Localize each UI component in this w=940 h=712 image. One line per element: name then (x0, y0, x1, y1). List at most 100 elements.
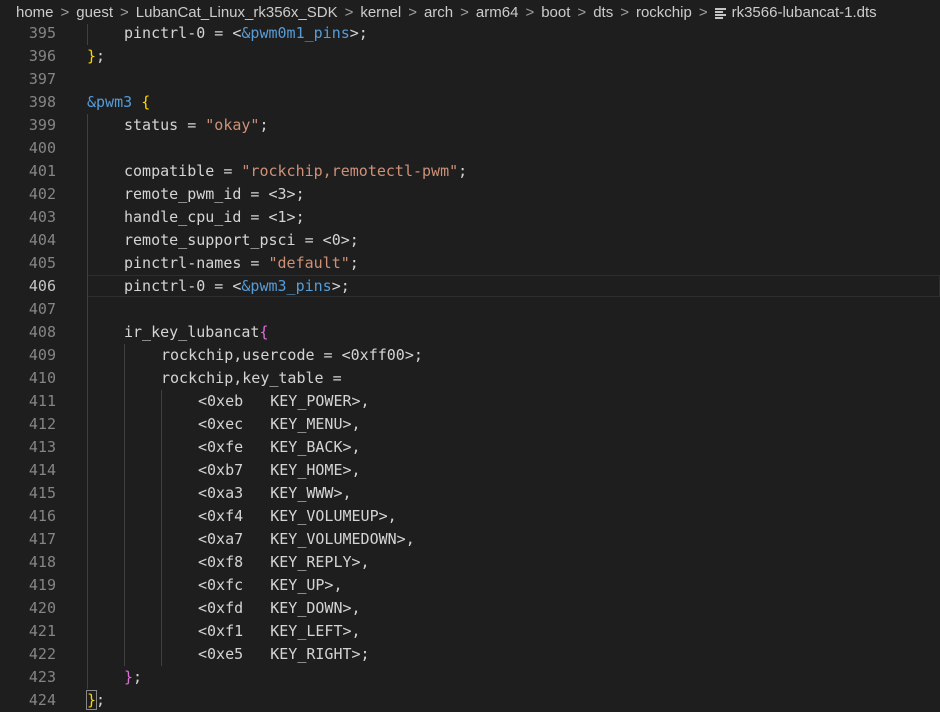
breadcrumb-item-arch[interactable]: arch (424, 4, 453, 21)
indent-guide (87, 482, 88, 505)
code-line[interactable]: 397 (0, 68, 940, 91)
indent-guide (124, 505, 125, 528)
indent-guide (124, 574, 125, 597)
line-number: 401 (28, 162, 56, 180)
node-reference: &pwm0m1_pins (241, 24, 350, 42)
breadcrumb-item-dts[interactable]: dts (593, 4, 613, 21)
code-line[interactable]: 421 <0xf1 KEY_LEFT>, (0, 620, 940, 643)
line-number: 403 (28, 208, 56, 226)
code-text: pinctrl-names = "default"; (124, 252, 359, 275)
code-text: remote_pwm_id = <3>; (124, 183, 305, 206)
code-editor[interactable]: 395 pinctrl-0 = <&pwm0m1_pins>; 396}; 397 39… (0, 24, 940, 712)
indent-guide (124, 643, 125, 666)
breadcrumb-item-rockchip[interactable]: rockchip (636, 4, 692, 21)
brace: { (141, 93, 151, 111)
indent-guide (124, 390, 125, 413)
code-line[interactable]: 423}; (0, 666, 940, 689)
code-line[interactable]: 402 remote_pwm_id = <3>; (0, 183, 940, 206)
node-reference: &pwm3_pins (241, 277, 332, 295)
indent-guide (87, 183, 88, 206)
string-literal: "rockchip,remotectl-pwm" (241, 162, 459, 180)
indent-guide (87, 114, 88, 137)
code-text: <0xa3 KEY_WWW>, (198, 482, 352, 505)
line-number: 422 (28, 645, 56, 663)
code-line[interactable]: 396}; (0, 45, 940, 68)
indent-guide (124, 482, 125, 505)
code-line[interactable]: 403 handle_cpu_id = <1>; (0, 206, 940, 229)
code-line[interactable]: 400 (0, 137, 940, 160)
indent-guide (87, 551, 88, 574)
indent-guide (87, 574, 88, 597)
code-token: <0xa7 KEY_VOLUMEDOWN>, (198, 530, 415, 548)
indent-guide (87, 459, 88, 482)
code-token: remote_pwm_id = <3>; (124, 185, 305, 203)
code-line[interactable]: 407 (0, 298, 940, 321)
code-line[interactable]: 422 <0xe5 KEY_RIGHT>; (0, 643, 940, 666)
code-token: pinctrl-0 = < (124, 24, 242, 42)
breadcrumb-item-boot[interactable]: boot (541, 4, 570, 21)
code-line[interactable]: 405 pinctrl-names = "default"; (0, 252, 940, 275)
code-token: rockchip,usercode = <0xff00>; (161, 346, 423, 364)
indent-guide (87, 390, 88, 413)
code-text: <0xeb KEY_POWER>, (198, 390, 370, 413)
line-number: 396 (28, 47, 56, 65)
code-text: compatible = "rockchip,remotectl-pwm"; (124, 160, 467, 183)
breadcrumb-item-lubancat_linux_rk356x_sdk[interactable]: LubanCat_Linux_rk356x_SDK (136, 4, 338, 21)
code-line[interactable]: 409 rockchip,usercode = <0xff00>; (0, 344, 940, 367)
breadcrumb-item-kernel[interactable]: kernel (360, 4, 401, 21)
code-token: <0xa3 KEY_WWW>, (198, 484, 352, 502)
code-line[interactable]: 410 rockchip,key_table = (0, 367, 940, 390)
line-number: 410 (28, 369, 56, 387)
indent-guide (124, 413, 125, 436)
code-line[interactable]: 416 <0xf4 KEY_VOLUMEUP>, (0, 505, 940, 528)
line-number: 412 (28, 415, 56, 433)
code-line[interactable]: 414 <0xb7 KEY_HOME>, (0, 459, 940, 482)
code-line[interactable]: 412 <0xec KEY_MENU>, (0, 413, 940, 436)
code-line[interactable]: 424}; (0, 689, 940, 712)
breadcrumb-separator: > (525, 3, 535, 21)
code-line[interactable]: 411 <0xeb KEY_POWER>, (0, 390, 940, 413)
indent-guide (124, 551, 125, 574)
code-token: <0xb7 KEY_HOME>, (198, 461, 361, 479)
line-number: 411 (28, 392, 56, 410)
code-line[interactable]: 419 <0xfc KEY_UP>, (0, 574, 940, 597)
line-number: 397 (28, 70, 56, 88)
indent-guide (124, 367, 125, 390)
breadcrumb-file-name[interactable]: rk3566-lubancat-1.dts (732, 4, 877, 21)
code-line[interactable]: 418 <0xf8 KEY_REPLY>, (0, 551, 940, 574)
code-text: <0xfc KEY_UP>, (198, 574, 343, 597)
indent-guide (87, 252, 88, 275)
code-line[interactable]: 420 <0xfd KEY_DOWN>, (0, 597, 940, 620)
code-token: ; (96, 47, 106, 65)
code-text: rockchip,key_table = (161, 367, 342, 390)
code-line[interactable]: 395 pinctrl-0 = <&pwm0m1_pins>; (0, 24, 940, 45)
code-line[interactable]: 413 <0xfe KEY_BACK>, (0, 436, 940, 459)
line-number: 424 (28, 691, 56, 709)
code-line[interactable]: 408 ir_key_lubancat{ (0, 321, 940, 344)
line-number: 407 (28, 300, 56, 318)
code-line[interactable]: 406 pinctrl-0 = <&pwm3_pins>; (0, 275, 940, 298)
code-line[interactable]: 404 remote_support_psci = <0>; (0, 229, 940, 252)
line-number: 402 (28, 185, 56, 203)
breadcrumb-item-home[interactable]: home (16, 4, 54, 21)
breadcrumb-item-arm64[interactable]: arm64 (476, 4, 519, 21)
code-line[interactable]: 417 <0xa7 KEY_VOLUMEDOWN>, (0, 528, 940, 551)
code-line[interactable]: 399 status = "okay"; (0, 114, 940, 137)
code-line[interactable]: 401 compatible = "rockchip,remotectl-pwm"… (0, 160, 940, 183)
line-number: 399 (28, 116, 56, 134)
line-number: 406 (28, 277, 56, 295)
code-token: ir_key_lubancat (124, 323, 260, 341)
breadcrumb-item-guest[interactable]: guest (76, 4, 113, 21)
indent-guide (87, 298, 88, 321)
code-text: pinctrl-0 = <&pwm0m1_pins>; (124, 24, 368, 45)
code-text: <0xfd KEY_DOWN>, (198, 597, 361, 620)
string-literal: "okay" (205, 116, 260, 134)
code-line[interactable]: 415 <0xa3 KEY_WWW>, (0, 482, 940, 505)
code-token: ; (259, 116, 269, 134)
code-line[interactable]: 398 &pwm3 { (0, 91, 940, 114)
code-text: }; (85, 689, 105, 712)
breadcrumb-separator: > (344, 3, 354, 21)
indent-guide (87, 505, 88, 528)
code-token: ; (349, 254, 359, 272)
